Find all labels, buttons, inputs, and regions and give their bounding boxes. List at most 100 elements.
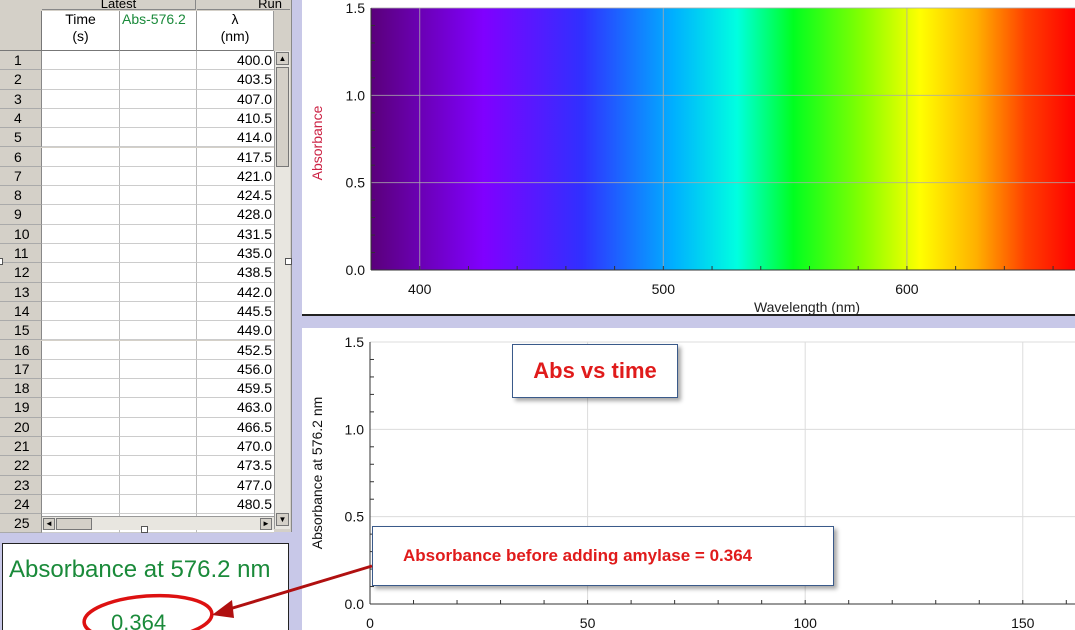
cell-abs[interactable] <box>120 282 197 302</box>
row-number[interactable]: 6 <box>0 147 42 167</box>
row-number[interactable]: 16 <box>0 340 42 360</box>
cell-lambda[interactable]: 424.5 <box>197 186 274 206</box>
table-row[interactable]: 4 410.5 <box>0 108 274 129</box>
cell-abs[interactable] <box>120 456 197 476</box>
cell-lambda[interactable]: 480.5 <box>197 494 274 515</box>
cell-abs[interactable] <box>120 301 197 322</box>
column-header-abs[interactable]: Abs-576.2 <box>120 11 197 51</box>
row-number[interactable]: 2 <box>0 70 42 90</box>
cell-abs[interactable] <box>120 186 197 206</box>
table-row[interactable]: 19 463.0 <box>0 398 274 418</box>
scroll-down-arrow-icon[interactable]: ▼ <box>276 513 289 526</box>
cell-time[interactable] <box>42 166 120 187</box>
cell-lambda[interactable]: 438.5 <box>197 263 274 283</box>
cell-abs[interactable] <box>120 205 197 225</box>
row-number[interactable]: 3 <box>0 89 42 109</box>
table-row[interactable]: 15 449.0 <box>0 321 274 341</box>
cell-time[interactable] <box>42 301 120 322</box>
cell-abs[interactable] <box>120 321 197 341</box>
cell-abs[interactable] <box>120 244 197 264</box>
row-number[interactable]: 8 <box>0 186 42 206</box>
row-number[interactable]: 15 <box>0 321 42 341</box>
cell-time[interactable] <box>42 244 120 264</box>
cell-time[interactable] <box>42 494 120 515</box>
cell-lambda[interactable]: 445.5 <box>197 301 274 322</box>
table-row[interactable]: 5 414.0 <box>0 128 274 148</box>
vertical-scroll-thumb[interactable] <box>276 67 289 167</box>
cell-time[interactable] <box>42 147 120 167</box>
cell-time[interactable] <box>42 437 120 457</box>
table-row[interactable]: 14 445.5 <box>0 301 274 322</box>
row-number[interactable]: 24 <box>0 494 42 515</box>
row-number[interactable]: 22 <box>0 456 42 476</box>
row-number[interactable]: 17 <box>0 359 42 380</box>
cell-time[interactable] <box>42 263 120 283</box>
row-number[interactable]: 18 <box>0 379 42 399</box>
cell-lambda[interactable]: 459.5 <box>197 379 274 399</box>
table-row[interactable]: 24 480.5 <box>0 494 274 515</box>
table-row[interactable]: 12 438.5 <box>0 263 274 283</box>
cell-abs[interactable] <box>120 166 197 187</box>
column-header-lambda[interactable]: λ (nm) <box>197 11 274 51</box>
cell-lambda[interactable]: 403.5 <box>197 70 274 90</box>
cell-lambda[interactable]: 477.0 <box>197 475 274 495</box>
resize-handle-right[interactable] <box>285 258 292 265</box>
vertical-scrollbar[interactable]: ▲ ▼ <box>274 51 290 529</box>
row-number[interactable]: 13 <box>0 282 42 302</box>
table-row[interactable]: 18 459.5 <box>0 379 274 399</box>
table-row[interactable]: 6 417.5 <box>0 147 274 167</box>
table-row[interactable]: 8 424.5 <box>0 186 274 206</box>
row-number[interactable]: 20 <box>0 417 42 437</box>
row-number[interactable]: 25 <box>0 514 42 534</box>
row-number[interactable]: 14 <box>0 301 42 322</box>
horizontal-scroll-thumb[interactable] <box>56 518 92 530</box>
cell-abs[interactable] <box>120 224 197 244</box>
table-row[interactable]: 1 400.0 <box>0 51 274 71</box>
cell-lambda[interactable]: 407.0 <box>197 89 274 109</box>
row-number[interactable]: 10 <box>0 224 42 244</box>
meter-display[interactable]: Absorbance at 576.2 nm 0.364 <box>2 543 289 630</box>
cell-abs[interactable] <box>120 379 197 399</box>
cell-lambda[interactable]: 456.0 <box>197 359 274 380</box>
cell-abs[interactable] <box>120 89 197 109</box>
resize-handle-bottom[interactable] <box>141 526 148 533</box>
table-row[interactable]: 17 456.0 <box>0 359 274 380</box>
cell-lambda[interactable]: 452.5 <box>197 340 274 360</box>
cell-time[interactable] <box>42 417 120 437</box>
cell-time[interactable] <box>42 359 120 380</box>
cell-lambda[interactable]: 473.5 <box>197 456 274 476</box>
cell-time[interactable] <box>42 321 120 341</box>
cell-abs[interactable] <box>120 359 197 380</box>
row-number[interactable]: 1 <box>0 51 42 71</box>
row-number[interactable]: 11 <box>0 244 42 264</box>
cell-abs[interactable] <box>120 70 197 90</box>
cell-lambda[interactable]: 414.0 <box>197 128 274 148</box>
cell-lambda[interactable]: 410.5 <box>197 108 274 129</box>
cell-time[interactable] <box>42 108 120 129</box>
cell-time[interactable] <box>42 205 120 225</box>
cell-time[interactable] <box>42 398 120 418</box>
scroll-right-arrow-icon[interactable]: ► <box>260 518 272 530</box>
table-row[interactable]: 21 470.0 <box>0 437 274 457</box>
cell-lambda[interactable]: 449.0 <box>197 321 274 341</box>
table-row[interactable]: 2 403.5 <box>0 70 274 90</box>
cell-time[interactable] <box>42 89 120 109</box>
table-row[interactable]: 20 466.5 <box>0 417 274 437</box>
cell-time[interactable] <box>42 340 120 360</box>
cell-abs[interactable] <box>120 475 197 495</box>
scroll-up-arrow-icon[interactable]: ▲ <box>276 52 289 65</box>
row-number[interactable]: 19 <box>0 398 42 418</box>
row-number[interactable]: 5 <box>0 128 42 148</box>
cell-time[interactable] <box>42 379 120 399</box>
cell-time[interactable] <box>42 475 120 495</box>
table-row[interactable]: 7 421.0 <box>0 166 274 187</box>
scroll-left-arrow-icon[interactable]: ◄ <box>43 518 55 530</box>
row-number[interactable]: 7 <box>0 166 42 187</box>
cell-lambda[interactable]: 400.0 <box>197 51 274 71</box>
cell-abs[interactable] <box>120 494 197 515</box>
cell-abs[interactable] <box>120 437 197 457</box>
table-row[interactable]: 9 428.0 <box>0 205 274 225</box>
table-row[interactable]: 10 431.5 <box>0 224 274 244</box>
table-row[interactable]: 16 452.5 <box>0 340 274 360</box>
cell-abs[interactable] <box>120 398 197 418</box>
